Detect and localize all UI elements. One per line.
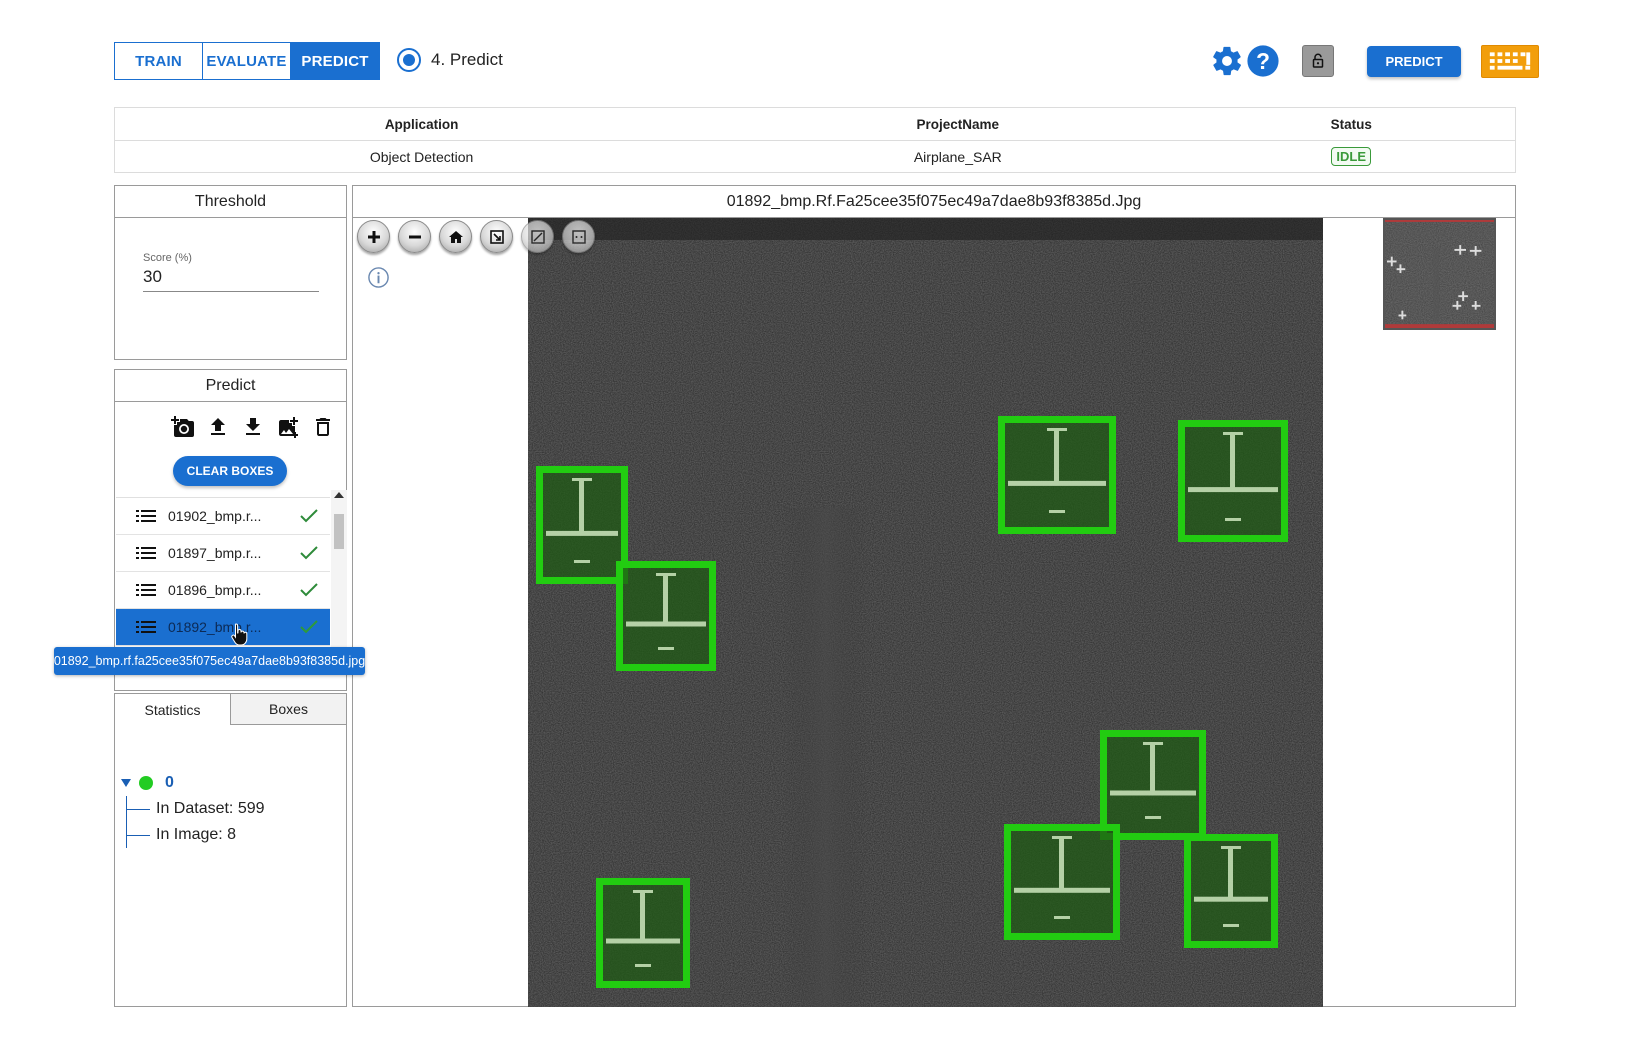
download-icon[interactable] <box>241 414 265 440</box>
list-item[interactable]: 01902_bmp.r... <box>116 498 330 535</box>
tab-boxes[interactable]: Boxes <box>230 694 346 725</box>
tree-root[interactable]: 0 <box>121 774 265 792</box>
predict-button[interactable]: PREDICT <box>1367 45 1461 77</box>
file-list-scrollbar[interactable] <box>331 490 347 655</box>
help-icon[interactable]: ? <box>1246 44 1280 78</box>
list-item[interactable]: 01896_bmp.r... <box>116 572 330 609</box>
threshold-panel: Threshold Score (%) 30 <box>114 185 347 360</box>
delete-icon[interactable] <box>311 414 335 440</box>
in-dataset-count: In Dataset: 599 <box>156 800 265 817</box>
threshold-title: Threshold <box>115 186 346 218</box>
clear-boxes-button[interactable]: CLEAR BOXES <box>173 456 287 486</box>
tab-train[interactable]: TRAIN <box>115 43 203 79</box>
application-value: Object Detection <box>369 148 474 165</box>
class-label: 0 <box>165 774 174 791</box>
lock-icon[interactable] <box>1302 45 1334 77</box>
check-icon <box>300 583 318 597</box>
tab-evaluate[interactable]: EVALUATE <box>203 43 291 79</box>
scroll-thumb[interactable] <box>334 514 344 549</box>
header-status: Status <box>1330 116 1372 132</box>
svg-text:?: ? <box>1256 48 1270 74</box>
upload-icon[interactable] <box>206 414 230 440</box>
file-name: 01897_bmp.r... <box>168 545 262 561</box>
tab-statistics[interactable]: Statistics <box>115 694 230 725</box>
navigator-minimap[interactable] <box>1383 218 1496 330</box>
keyboard-icon[interactable] <box>1481 44 1539 78</box>
sar-image-canvas[interactable] <box>528 218 1323 1007</box>
gear-icon[interactable] <box>1210 44 1244 78</box>
tree-children: In Dataset: 599 In Image: 8 <box>126 796 265 848</box>
caret-down-icon[interactable] <box>121 779 131 787</box>
fullscreen-icon[interactable] <box>480 220 513 253</box>
add-camera-icon[interactable] <box>171 414 195 440</box>
step-label: 4. Predict <box>431 50 503 69</box>
list-icon <box>136 584 156 596</box>
scroll-up-icon[interactable] <box>334 492 344 498</box>
file-name: 01896_bmp.r... <box>168 582 262 598</box>
runway-strip <box>783 508 868 1007</box>
stats-tabs: Statistics Boxes <box>115 694 346 725</box>
project-name-value: Airplane_SAR <box>913 148 1002 165</box>
add-image-icon[interactable] <box>276 414 300 440</box>
list-icon <box>136 547 156 559</box>
radio-dot <box>403 54 415 66</box>
file-list: 01902_bmp.r... 01897_bmp.r... 01896_bmp.… <box>116 497 330 655</box>
sar-image <box>528 218 1323 1007</box>
tree-connector <box>126 796 127 848</box>
list-item[interactable]: 01897_bmp.r... <box>116 535 330 572</box>
statistics-panel: Statistics Boxes 0 In Dataset: 599 In Im… <box>114 693 347 1007</box>
score-underline <box>143 291 319 292</box>
header-project-name: ProjectName <box>916 116 1000 132</box>
class-tree: 0 In Dataset: 599 In Image: 8 <box>121 774 265 848</box>
list-item-selected[interactable]: 01892_bmp.r... <box>116 609 330 646</box>
score-input[interactable]: 30 <box>143 267 162 287</box>
info-icon[interactable] <box>367 266 390 289</box>
list-icon <box>136 510 156 522</box>
status-badge: IDLE <box>1331 147 1372 166</box>
file-name: 01902_bmp.r... <box>168 508 262 524</box>
tab-predict[interactable]: PREDICT <box>291 43 379 79</box>
zoom-in-icon[interactable] <box>357 220 390 253</box>
mode-tabs: TRAIN EVALUATE PREDICT <box>114 42 380 80</box>
hand-cursor-icon <box>231 623 248 646</box>
check-icon <box>300 620 318 634</box>
in-image-count: In Image: 8 <box>156 826 237 843</box>
minimap-image <box>1385 220 1494 328</box>
tree-branch <box>126 834 150 836</box>
tree-branch <box>126 808 150 810</box>
table-header: Application ProjectName Status <box>115 108 1515 140</box>
image-title: 01892_bmp.Rf.Fa25cee35f075ec49a7dae8b93f… <box>353 186 1515 218</box>
status-cell: IDLE <box>1187 147 1515 166</box>
predict-title: Predict <box>115 370 346 402</box>
step-radio[interactable] <box>397 48 421 72</box>
rotate-icon[interactable] <box>521 220 554 253</box>
list-icon <box>136 621 156 633</box>
step-indicator: 4. Predict <box>397 48 503 72</box>
home-icon[interactable] <box>439 220 472 253</box>
header-application: Application <box>384 116 459 132</box>
image-viewer: 01892_bmp.Rf.Fa25cee35f075ec49a7dae8b93f… <box>352 185 1516 1007</box>
zoom-out-icon[interactable] <box>398 220 431 253</box>
flip-icon[interactable] <box>562 220 595 253</box>
filename-tooltip: 01892_bmp.rf.fa25cee35f075ec49a7dae8b93f… <box>54 647 365 675</box>
image-top-edge <box>528 218 1323 240</box>
predict-tools <box>171 414 335 440</box>
class-color-dot <box>139 776 153 790</box>
top-toolbar: ? PREDICT <box>1210 42 1539 80</box>
check-icon <box>300 509 318 523</box>
viewer-controls <box>357 220 595 253</box>
table-row: Object Detection Airplane_SAR IDLE <box>115 140 1515 172</box>
project-info-table: Application ProjectName Status Object De… <box>114 107 1516 173</box>
score-label: Score (%) <box>143 252 192 264</box>
check-icon <box>300 546 318 560</box>
tree-item: In Image: 8 <box>126 822 265 848</box>
tree-item: In Dataset: 599 <box>126 796 265 822</box>
